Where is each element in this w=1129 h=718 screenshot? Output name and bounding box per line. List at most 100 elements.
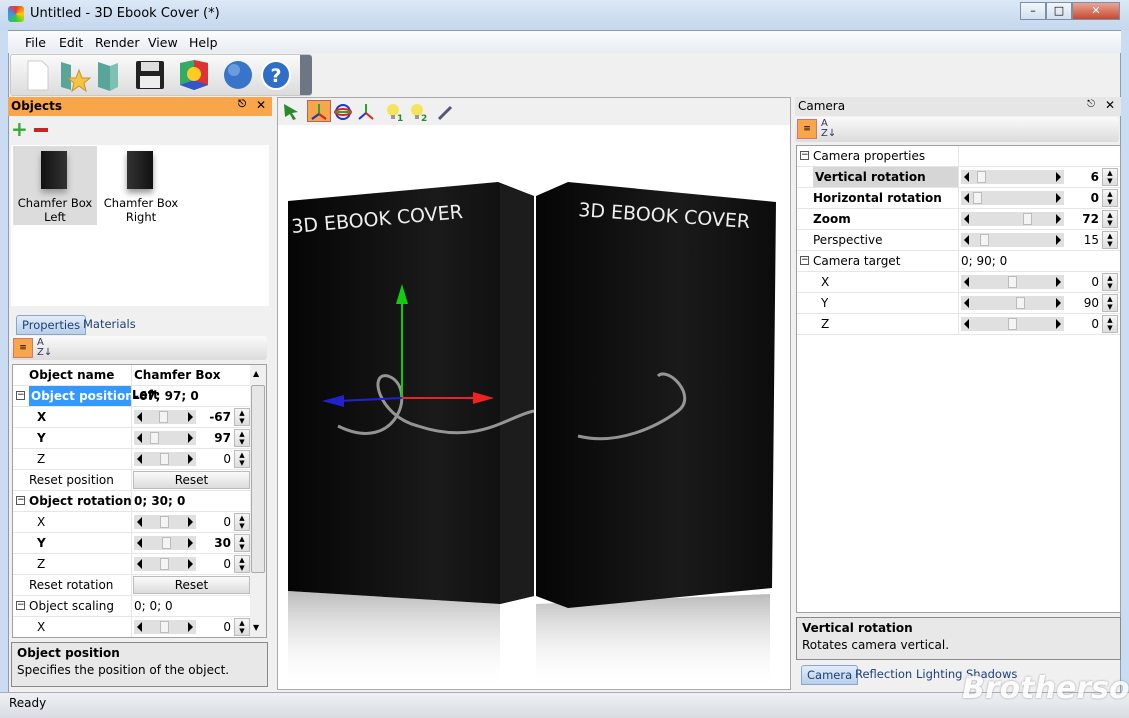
slider-right-arrow-icon[interactable]	[1056, 319, 1061, 329]
rotate-icon[interactable]	[333, 102, 353, 122]
property-row[interactable]: Z 0 ▲ ▼	[13, 554, 266, 575]
eyedropper-icon[interactable]	[436, 102, 456, 122]
property-value[interactable]: 0	[197, 512, 231, 532]
property-value[interactable]: 0	[197, 617, 231, 637]
close-panel-icon[interactable]: ✕	[1105, 98, 1115, 112]
property-row[interactable]: Object name Chamfer Box Left	[13, 365, 266, 402]
properties-scrollbar[interactable]: ▲ ▼	[250, 365, 266, 637]
slider-thumb[interactable]	[1007, 318, 1017, 330]
menu-help[interactable]: Help	[189, 35, 218, 50]
slider-left-arrow-icon[interactable]	[137, 559, 142, 569]
slider-right-arrow-icon[interactable]	[188, 538, 193, 548]
slider-thumb[interactable]	[977, 171, 987, 183]
spinner-arrows-icon[interactable]: ▲ ▼	[1102, 210, 1118, 228]
spinner-arrows-icon[interactable]: ▲ ▼	[234, 513, 250, 531]
property-row[interactable]: Vertical rotation 6 ▲ ▼	[797, 167, 1120, 188]
spinner-arrows-icon[interactable]: ▲ ▼	[1102, 168, 1118, 186]
menu-render[interactable]: Render	[95, 35, 140, 50]
property-group-row[interactable]: − Camera target 0; 90; 0	[797, 251, 1120, 272]
property-value[interactable]: 0	[1065, 272, 1099, 292]
minimize-button[interactable]: –	[1020, 2, 1046, 20]
property-value[interactable]: 30	[197, 533, 231, 553]
light-2-icon[interactable]: 2	[409, 102, 429, 122]
menu-edit[interactable]: Edit	[59, 35, 83, 50]
spinner-arrows-icon[interactable]: ▲ ▼	[234, 555, 250, 573]
pin-icon[interactable]: ⎋	[238, 99, 246, 110]
value-slider[interactable]	[961, 170, 1064, 184]
pin-icon[interactable]: ⎋	[1087, 99, 1095, 110]
slider-left-arrow-icon[interactable]	[137, 433, 142, 443]
property-row[interactable]: Reset position Reset	[13, 470, 266, 491]
property-value[interactable]: 90	[1065, 293, 1099, 313]
property-value[interactable]: 72	[1065, 209, 1099, 229]
close-panel-icon[interactable]: ✕	[256, 98, 266, 112]
slider-left-arrow-icon[interactable]	[137, 538, 142, 548]
property-value[interactable]: 0	[1065, 314, 1099, 334]
reset-button[interactable]: Reset	[133, 576, 250, 594]
value-slider[interactable]	[134, 410, 196, 424]
value-slider[interactable]	[961, 317, 1064, 331]
collapse-icon[interactable]: −	[16, 391, 25, 400]
property-group-row[interactable]: − Object rotation 0; 30; 0	[13, 491, 266, 512]
open-icon[interactable]	[91, 58, 125, 92]
categorized-icon[interactable]: ≡	[797, 119, 817, 139]
value-slider[interactable]	[961, 233, 1064, 247]
slider-right-arrow-icon[interactable]	[1056, 172, 1061, 182]
property-row[interactable]: Reset rotation Reset	[13, 575, 266, 596]
reset-button[interactable]: Reset	[133, 471, 250, 489]
property-group-row[interactable]: − Camera properties	[797, 146, 1120, 167]
property-row[interactable]: X 0 ▲ ▼	[13, 617, 266, 637]
property-value[interactable]: 97	[197, 428, 231, 448]
property-group-row[interactable]: − Object position -67; 97; 0	[13, 386, 266, 407]
property-row[interactable]: X 0 ▲ ▼	[797, 272, 1120, 293]
sort-alpha-icon[interactable]: A Z↓	[821, 119, 836, 139]
value-slider[interactable]	[961, 191, 1064, 205]
property-value[interactable]: 0	[197, 554, 231, 574]
slider-thumb[interactable]	[1015, 297, 1025, 309]
slider-thumb[interactable]	[158, 411, 168, 423]
property-value[interactable]: 0	[197, 449, 231, 469]
open-favorite-icon[interactable]	[57, 58, 91, 92]
property-row[interactable]: Perspective 15 ▲ ▼	[797, 230, 1120, 251]
menu-view[interactable]: View	[148, 35, 178, 50]
slider-right-arrow-icon[interactable]	[188, 454, 193, 464]
property-value[interactable]: -67	[197, 407, 231, 427]
slider-left-arrow-icon[interactable]	[137, 412, 142, 422]
property-row[interactable]: Zoom 72 ▲ ▼	[797, 209, 1120, 230]
slider-left-arrow-icon[interactable]	[964, 172, 969, 182]
slider-thumb[interactable]	[160, 621, 169, 633]
object-item-chamfer-box-left[interactable]: Chamfer Box Left	[13, 146, 97, 225]
slider-thumb[interactable]	[150, 432, 160, 444]
menu-file[interactable]: File	[25, 35, 46, 50]
spinner-arrows-icon[interactable]: ▲ ▼	[1102, 294, 1118, 312]
slider-left-arrow-icon[interactable]	[964, 193, 969, 203]
collapse-icon[interactable]: −	[800, 151, 809, 160]
slider-right-arrow-icon[interactable]	[1056, 235, 1061, 245]
move-icon[interactable]	[307, 100, 331, 122]
collapse-icon[interactable]: −	[800, 256, 809, 265]
slider-thumb[interactable]	[160, 516, 169, 528]
spinner-arrows-icon[interactable]: ▲ ▼	[234, 429, 250, 447]
slider-left-arrow-icon[interactable]	[964, 214, 969, 224]
slider-thumb[interactable]	[973, 192, 982, 204]
toolbar-overflow-button[interactable]	[300, 55, 312, 95]
scroll-down-icon[interactable]: ▼	[253, 623, 259, 632]
slider-left-arrow-icon[interactable]	[964, 235, 969, 245]
value-slider[interactable]	[134, 515, 196, 529]
slider-thumb[interactable]	[1007, 276, 1017, 288]
tab-properties[interactable]: Properties	[16, 315, 87, 335]
value-slider[interactable]	[134, 431, 196, 445]
slider-thumb[interactable]	[160, 558, 169, 570]
slider-right-arrow-icon[interactable]	[188, 433, 193, 443]
property-row[interactable]: Horizontal rotation 0 ▲ ▼	[797, 188, 1120, 209]
slider-left-arrow-icon[interactable]	[964, 277, 969, 287]
slider-right-arrow-icon[interactable]	[188, 559, 193, 569]
categorized-icon[interactable]: ≡	[13, 338, 33, 358]
property-group-row[interactable]: − Object scaling 0; 0; 0	[13, 596, 266, 617]
3d-scene[interactable]: 3D EBOOK COVER 3D EBOOK COVER	[278, 126, 790, 689]
add-object-icon[interactable]: +	[11, 119, 28, 139]
property-row[interactable]: Y 30 ▲ ▼	[13, 533, 266, 554]
scrollbar-thumb[interactable]	[251, 385, 265, 573]
slider-thumb[interactable]	[162, 537, 172, 549]
collapse-icon[interactable]: −	[16, 601, 25, 610]
